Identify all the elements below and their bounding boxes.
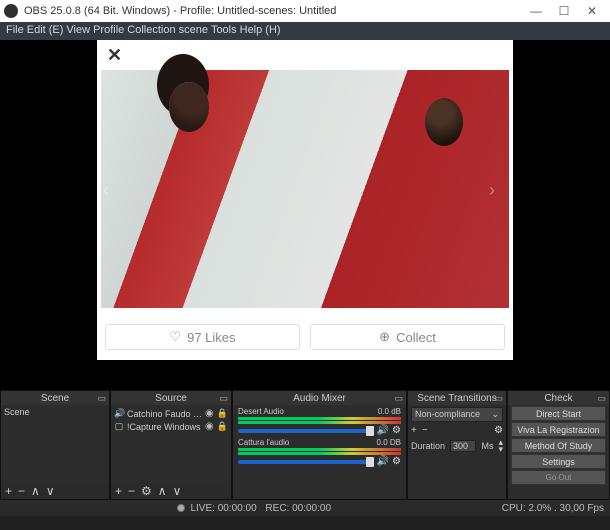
popout-icon[interactable]: ▭	[394, 393, 403, 404]
source-item[interactable]: 🔊 Catchino Faudo In. ◉ 🔒	[114, 407, 228, 420]
mixer-title: Audio Mixer	[293, 393, 346, 404]
source-up-button[interactable]: ∧	[158, 484, 167, 498]
overlay-card: ✕ ‹ › ♡ 97 Likes ⊕ Collect	[97, 40, 513, 360]
window-icon: ▢	[114, 421, 124, 432]
volume-slider[interactable]	[238, 429, 374, 433]
level-meter	[238, 421, 401, 424]
duration-value: 300	[453, 441, 468, 451]
menu-scene[interactable]: scene	[179, 24, 208, 38]
remove-scene-button[interactable]: −	[18, 484, 25, 498]
record-indicator-icon	[177, 504, 185, 512]
lock-icon[interactable]: 🔒	[217, 421, 228, 432]
source-item[interactable]: ▢ !Capture Windows ◉ 🔒	[114, 420, 228, 433]
audio-mixer-panel: Audio Mixer ▭ Desert Audio 0.0 dB 🔊 ⚙	[232, 390, 407, 500]
menu-bar: File Edit (E) View Profile Collection sc…	[0, 22, 610, 40]
live-time: LIVE: 00:00:00	[190, 503, 256, 514]
speaker-icon[interactable]: 🔊	[377, 456, 389, 467]
transition-select[interactable]: Non-compliance ⌄	[411, 407, 503, 422]
collect-button[interactable]: ⊕ Collect	[310, 324, 505, 350]
popout-icon[interactable]: ▭	[219, 393, 228, 404]
menu-tools[interactable]: Tools	[211, 24, 237, 38]
popout-icon[interactable]: ▭	[97, 393, 106, 404]
scene-down-button[interactable]: ∨	[46, 484, 55, 498]
visibility-icon[interactable]: ◉	[205, 408, 214, 419]
speaker-icon[interactable]: 🔊	[377, 425, 389, 436]
gear-icon[interactable]: ⚙	[392, 456, 401, 467]
channel-name: Cattura l'audio	[238, 438, 289, 447]
menu-collection[interactable]: Collection	[127, 24, 175, 38]
menu-view[interactable]: View	[66, 24, 90, 38]
transitions-title: Scene Transitions	[417, 393, 497, 404]
status-bar: LIVE: 00:00:00 REC: 00:00:00 CPU: 2.0% .…	[0, 500, 610, 516]
plus-circle-icon: ⊕	[379, 329, 390, 345]
mixer-channel: Cattura l'audio 0.0 DB 🔊 ⚙	[236, 438, 403, 467]
remove-transition-button[interactable]: −	[422, 425, 428, 436]
duration-label: Duration	[411, 441, 445, 451]
menu-profile[interactable]: Profile	[93, 24, 124, 38]
overlay-photo: ‹ ›	[101, 70, 509, 308]
source-label: !Capture Windows	[127, 422, 202, 432]
settings-button[interactable]: Settings	[511, 454, 606, 469]
popout-icon[interactable]: ▭	[494, 393, 503, 404]
level-meter	[238, 448, 401, 451]
gear-icon[interactable]: ⚙	[494, 425, 503, 436]
lock-icon[interactable]: 🔒	[217, 408, 228, 419]
duration-spinner[interactable]: 300	[450, 440, 476, 452]
chevron-down-icon: ⌄	[491, 409, 499, 420]
source-label: Catchino Faudo In.	[127, 409, 202, 419]
scene-up-button[interactable]: ∧	[31, 484, 40, 498]
channel-db: 0.0 dB	[378, 407, 401, 416]
close-icon[interactable]: ✕	[107, 45, 122, 66]
remove-source-button[interactable]: −	[128, 484, 135, 498]
visibility-icon[interactable]: ◉	[205, 421, 214, 432]
close-button[interactable]: ✕	[578, 4, 606, 18]
transitions-panel: Scene Transitions ▭ Non-compliance ⌄ + −…	[407, 390, 507, 500]
menu-file[interactable]: File	[6, 24, 24, 38]
channel-db: 0.0 DB	[377, 438, 401, 447]
cpu-status: CPU: 2.0% . 30,00 Fps	[502, 503, 604, 514]
scenes-panel: Scene ▭ Scene + − ∧ ∨	[0, 390, 110, 500]
window-title: OBS 25.0.8 (64 Bit. Windows) - Profile: …	[24, 5, 336, 17]
minimize-button[interactable]: —	[522, 4, 550, 18]
volume-slider[interactable]	[238, 460, 374, 464]
audio-icon: 🔊	[114, 408, 124, 419]
level-meter	[238, 452, 401, 455]
mixer-channel: Desert Audio 0.0 dB 🔊 ⚙	[236, 407, 403, 436]
scene-item[interactable]: Scene	[4, 407, 106, 417]
sources-title: Source	[155, 393, 187, 404]
level-meter	[238, 417, 401, 420]
likes-label: 97 Likes	[187, 330, 235, 345]
controls-title: Check	[544, 393, 572, 404]
next-arrow-icon[interactable]: ›	[489, 180, 507, 198]
add-scene-button[interactable]: +	[5, 484, 12, 498]
collect-label: Collect	[396, 330, 436, 345]
add-transition-button[interactable]: +	[411, 425, 417, 436]
prev-arrow-icon[interactable]: ‹	[103, 180, 121, 198]
exit-button[interactable]: Go Out	[511, 470, 606, 485]
duration-unit: Ms	[481, 441, 493, 451]
menu-edit[interactable]: Edit (E)	[27, 24, 64, 38]
start-streaming-button[interactable]: Direct Start	[511, 406, 606, 421]
sources-panel: Source ▭ 🔊 Catchino Faudo In. ◉ 🔒 ▢ !Cap…	[110, 390, 232, 500]
source-settings-button[interactable]: ⚙	[141, 484, 152, 498]
add-source-button[interactable]: +	[115, 484, 122, 498]
source-down-button[interactable]: ∨	[173, 484, 182, 498]
start-recording-button[interactable]: Viva La Registrazion	[511, 422, 606, 437]
spinner-arrows-icon[interactable]: ▴▾	[498, 439, 503, 453]
heart-icon: ♡	[169, 329, 181, 345]
scenes-title: Scene	[41, 393, 69, 404]
channel-name: Desert Audio	[238, 407, 284, 416]
transition-selected: Non-compliance	[415, 409, 480, 420]
maximize-button[interactable]: ☐	[550, 4, 578, 18]
controls-panel: Check ▭ Direct Start Viva La Registrazio…	[507, 390, 610, 500]
app-icon	[4, 4, 18, 18]
popout-icon[interactable]: ▭	[597, 393, 606, 404]
likes-button[interactable]: ♡ 97 Likes	[105, 324, 300, 350]
studio-mode-button[interactable]: Method Of Study	[511, 438, 606, 453]
gear-icon[interactable]: ⚙	[392, 425, 401, 436]
preview-area: ✕ ‹ › ♡ 97 Likes ⊕ Collect	[0, 40, 610, 390]
rec-time: REC: 00:00:00	[265, 503, 331, 514]
menu-help[interactable]: Help (H)	[240, 24, 281, 38]
